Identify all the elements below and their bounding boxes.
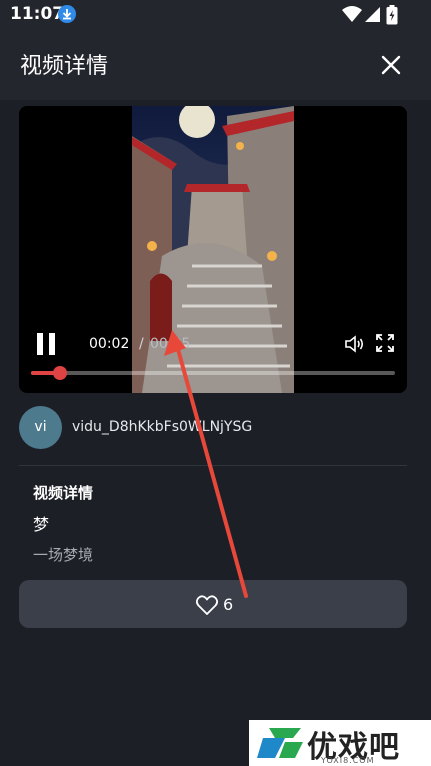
battery-charging-icon	[386, 5, 398, 29]
watermark-url: YOXI8.COM	[321, 756, 375, 765]
volume-icon	[345, 335, 364, 353]
wifi-icon	[342, 5, 362, 27]
status-time: 11:07	[10, 4, 65, 24]
video-description: 一场梦境	[33, 546, 94, 564]
author-row: vi vidu_D8hKkbFs0WLNjYSG	[19, 406, 407, 452]
close-icon	[381, 55, 401, 75]
heart-icon	[195, 594, 219, 620]
player-controls: 00:02 / 00:25	[19, 323, 407, 393]
pause-button[interactable]	[35, 331, 59, 357]
page-title: 视频详情	[20, 54, 109, 79]
fullscreen-button[interactable]	[375, 333, 395, 353]
app-header: 视频详情	[0, 30, 431, 100]
details-heading: 视频详情	[33, 484, 94, 502]
signal-icon	[364, 5, 380, 27]
like-button[interactable]: 6	[19, 580, 407, 628]
fullscreen-icon	[376, 334, 394, 352]
watermark-logo-icon	[255, 724, 305, 766]
author-name[interactable]: vidu_D8hKkbFs0WLNjYSG	[72, 419, 252, 435]
download-icon	[58, 5, 76, 23]
current-time: 00:02	[89, 336, 130, 352]
like-count: 6	[223, 595, 234, 614]
close-button[interactable]	[376, 50, 406, 80]
status-bar: 11:07	[0, 0, 431, 30]
time-separator: /	[139, 336, 144, 352]
video-title: 梦	[33, 515, 50, 534]
video-player[interactable]: 00:02 / 00:25	[19, 106, 407, 393]
avatar[interactable]: vi	[19, 406, 62, 449]
divider	[19, 465, 407, 466]
volume-button[interactable]	[343, 333, 365, 355]
progress-thumb[interactable]	[53, 366, 68, 380]
pause-icon	[37, 333, 55, 355]
progress-bar[interactable]	[31, 366, 395, 380]
total-time: 00:25	[150, 336, 191, 352]
watermark: 优戏吧 YOXI8.COM	[249, 720, 431, 766]
